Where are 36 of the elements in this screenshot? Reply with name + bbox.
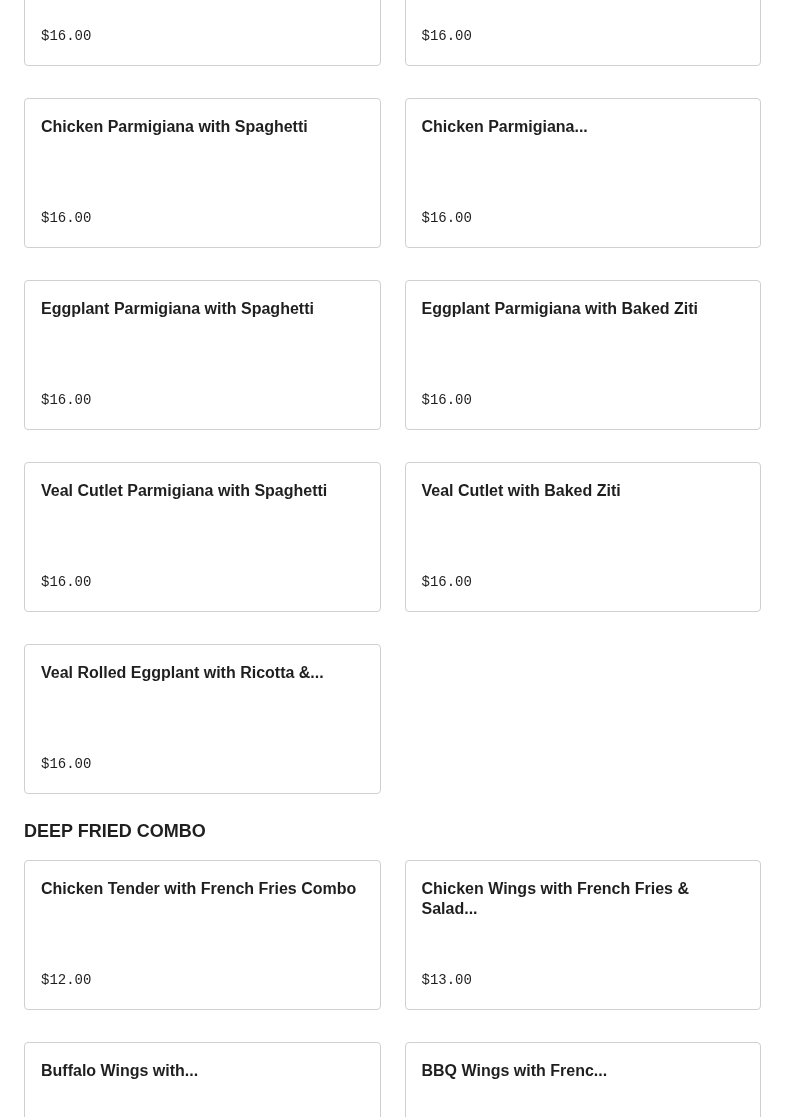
item-name: Veal Rolled Eggplant with Ricotta &...: [41, 663, 325, 683]
item-price: $16.00: [41, 27, 93, 45]
item-name: Eggplant Parmigiana with Baked Ziti: [421, 299, 699, 319]
menu-item-card[interactable]: Eggplant Parmigiana with Spaghetti $16.00: [24, 280, 381, 430]
item-price: $16.00: [41, 209, 93, 227]
item-name: BBQ Wings with Frenc...: [421, 1061, 609, 1081]
item-price: $16.00: [41, 573, 93, 591]
menu-item-card[interactable]: Eggplant Parmigiana with Baked Ziti $16.00: [404, 280, 761, 430]
item-name: Buffalo Wings with...: [41, 1061, 200, 1081]
item-name: Eggplant Parmigiana with Spaghetti: [41, 299, 315, 319]
item-name: Chicken Wings with French Fries & Salad...: [421, 879, 690, 919]
menu-item-card[interactable]: Veal Rolled Eggplant with Ricotta &... $16.00: [24, 644, 381, 794]
item-name: Chicken Parmigiana with Spaghetti: [41, 117, 309, 137]
menu-item-card[interactable]: Chicken Wings with French Fries & Salad... $13.00: [404, 860, 761, 1010]
menu-item-card[interactable]: $16.00: [24, 0, 381, 66]
item-name: Veal Cutlet Parmigiana with Spaghetti: [41, 481, 329, 501]
item-name: Chicken Tender with French Fries Combo: [41, 879, 358, 899]
item-price: $16.00: [421, 209, 473, 227]
item-price: $16.00: [421, 27, 473, 45]
menu-item-card[interactable]: BBQ Wings with Frenc...: [404, 1042, 761, 1117]
item-price: $16.00: [421, 391, 473, 409]
item-price: $16.00: [421, 573, 473, 591]
item-price: $13.00: [421, 971, 473, 989]
menu-item-card[interactable]: Chicken Tender with French Fries Combo $12.00: [24, 860, 381, 1010]
menu-item-card[interactable]: Veal Cutlet with Baked Ziti $16.00: [404, 462, 761, 612]
menu-item-card[interactable]: Veal Cutlet Parmigiana with Spaghetti $16.00: [24, 462, 381, 612]
item-price: $16.00: [41, 755, 93, 773]
item-name: Chicken Parmigiana...: [421, 117, 589, 137]
item-price: $16.00: [41, 391, 93, 409]
menu-item-card[interactable]: Chicken Parmigiana... $16.00: [404, 98, 761, 248]
menu-item-card[interactable]: $16.00: [404, 0, 761, 66]
menu-item-card[interactable]: Buffalo Wings with...: [24, 1042, 381, 1117]
section-heading: DEEP FRIED COMBO: [24, 820, 207, 843]
item-name: Veal Cutlet with Baked Ziti: [421, 481, 622, 501]
item-price: $12.00: [41, 971, 93, 989]
menu-item-card[interactable]: Chicken Parmigiana with Spaghetti $16.00: [24, 98, 381, 248]
